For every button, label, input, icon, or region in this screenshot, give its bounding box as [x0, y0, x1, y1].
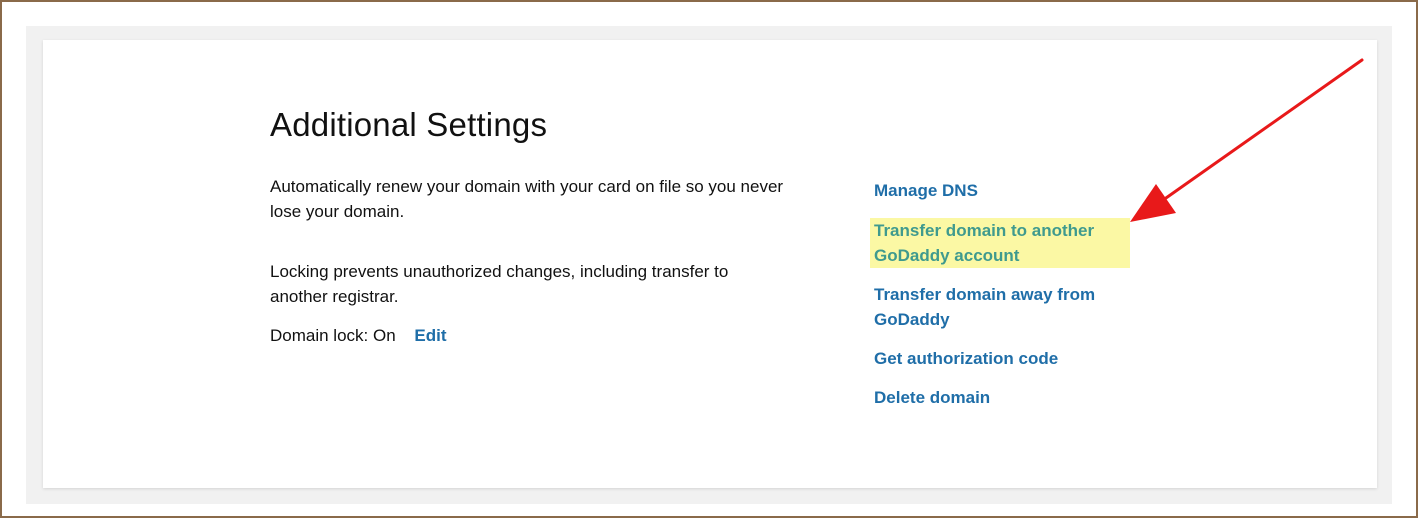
domain-lock-status: On: [373, 326, 396, 345]
list-item: Delete domain: [870, 385, 1130, 410]
manage-dns-link[interactable]: Manage DNS: [870, 178, 1130, 203]
edit-domain-lock-link[interactable]: Edit: [414, 326, 446, 345]
page-title: Additional Settings: [270, 106, 548, 143]
domain-actions-list: Manage DNS Transfer domain to another Go…: [870, 178, 1130, 410]
list-item: Transfer domain to another GoDaddy accou…: [870, 218, 1130, 268]
list-item: Transfer domain away from GoDaddy: [870, 282, 1130, 332]
autorenew-description: Automatically renew your domain with you…: [270, 177, 784, 221]
domain-lock-row: Domain lock: On Edit: [270, 323, 447, 348]
list-item: Get authorization code: [870, 346, 1130, 371]
transfer-to-another-account-link[interactable]: Transfer domain to another GoDaddy accou…: [870, 218, 1130, 268]
get-authorization-code-link[interactable]: Get authorization code: [870, 346, 1130, 371]
locking-description: Locking prevents unauthorized changes, i…: [270, 262, 729, 306]
domain-lock-label: Domain lock:: [270, 326, 369, 345]
list-item: Manage DNS: [870, 178, 1130, 203]
transfer-away-link[interactable]: Transfer domain away from GoDaddy: [870, 282, 1130, 332]
delete-domain-link[interactable]: Delete domain: [870, 385, 1130, 410]
